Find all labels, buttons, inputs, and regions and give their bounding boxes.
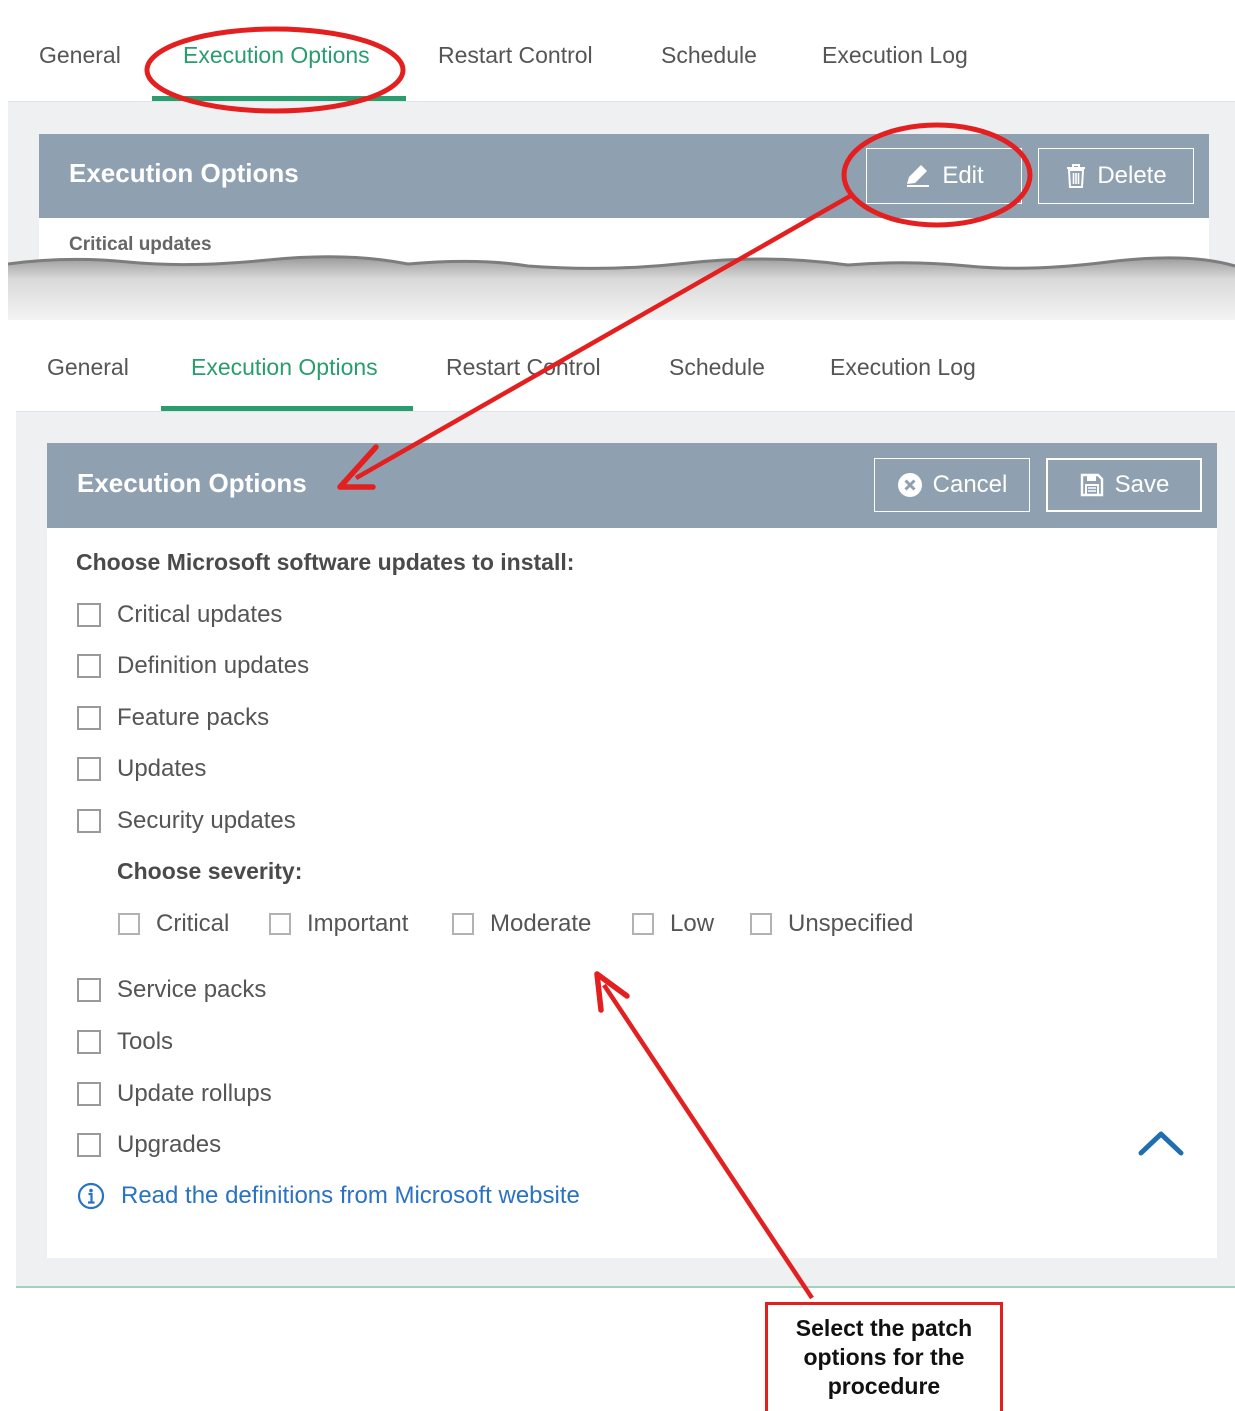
top-panel-title: Execution Options xyxy=(69,158,299,188)
active-tab-underline xyxy=(161,406,413,411)
checkbox-label: Updates xyxy=(117,755,207,782)
checkbox-label: Security updates xyxy=(117,807,296,834)
checkbox-tools[interactable]: Tools xyxy=(77,1028,173,1056)
delete-button[interactable]: Delete xyxy=(1038,148,1194,204)
tab-execution-options[interactable]: Execution Options xyxy=(191,354,378,381)
trash-icon xyxy=(1067,164,1086,188)
checkbox-severity-important[interactable]: Important xyxy=(269,910,408,938)
checkbox-label: Feature packs xyxy=(117,704,270,731)
checkbox-updates[interactable]: Updates xyxy=(77,755,206,783)
checkbox-severity-critical[interactable]: Critical xyxy=(118,910,229,938)
checkbox-box[interactable] xyxy=(77,1030,101,1054)
checkbox-box[interactable] xyxy=(77,809,101,833)
checkbox-box[interactable] xyxy=(77,978,101,1002)
checkbox-feature-packs[interactable]: Feature packs xyxy=(77,704,269,732)
tab-schedule[interactable]: Schedule xyxy=(661,42,757,69)
checkbox-box[interactable] xyxy=(632,913,654,935)
top-tab-bar: General Execution Options Restart Contro… xyxy=(8,8,1235,102)
save-button[interactable]: Save xyxy=(1046,458,1202,512)
checkbox-box[interactable] xyxy=(77,757,101,781)
cancel-button[interactable]: Cancel xyxy=(874,458,1030,512)
checkbox-label: Critical xyxy=(156,910,230,937)
checkbox-box[interactable] xyxy=(77,1082,101,1106)
torn-edge-separator xyxy=(8,255,1235,320)
callout-line: options for the xyxy=(803,1344,965,1370)
bottom-panel-title: Execution Options xyxy=(77,468,307,498)
checkbox-label: Definition updates xyxy=(117,652,310,679)
cancel-button-label: Cancel xyxy=(932,471,1008,498)
cancel-circle-icon xyxy=(897,473,922,497)
callout-line: procedure xyxy=(827,1373,941,1399)
checkbox-label: Moderate xyxy=(490,910,592,937)
checkbox-service-packs[interactable]: Service packs xyxy=(77,976,266,1004)
checkbox-label: Important xyxy=(307,910,409,937)
choose-severity-label: Choose severity: xyxy=(117,858,303,884)
delete-button-label: Delete xyxy=(1097,162,1167,189)
checkbox-severity-low[interactable]: Low xyxy=(632,910,714,938)
instruction-callout: Select the patch options for the procedu… xyxy=(765,1302,1003,1411)
checkbox-box[interactable] xyxy=(452,913,474,935)
checkbox-box[interactable] xyxy=(750,913,772,935)
checkbox-label: Critical updates xyxy=(117,601,283,628)
checkbox-security-updates[interactable]: Security updates xyxy=(77,807,296,835)
scroll-to-top-chevron-icon[interactable] xyxy=(1137,1128,1185,1158)
tab-execution-log[interactable]: Execution Log xyxy=(822,42,968,69)
bottom-panel-header: Execution Options Cancel Save xyxy=(47,443,1217,528)
checkbox-label: Update rollups xyxy=(117,1080,272,1107)
checkbox-label: Upgrades xyxy=(117,1131,222,1158)
active-tab-underline xyxy=(152,96,406,101)
checkbox-box[interactable] xyxy=(77,654,101,678)
tab-execution-log[interactable]: Execution Log xyxy=(830,354,976,381)
choose-updates-label: Choose Microsoft software updates to ins… xyxy=(76,549,575,575)
microsoft-definitions-link[interactable]: Read the definitions from Microsoft webs… xyxy=(77,1182,580,1210)
checkbox-update-rollups[interactable]: Update rollups xyxy=(77,1080,272,1108)
checkbox-box[interactable] xyxy=(77,603,101,627)
checkbox-definition-updates[interactable]: Definition updates xyxy=(77,652,309,680)
checkbox-box[interactable] xyxy=(77,706,101,730)
checkbox-box[interactable] xyxy=(269,913,291,935)
tab-general[interactable]: General xyxy=(39,42,121,69)
save-disk-icon xyxy=(1080,473,1103,497)
bottom-screenshot: General Execution Options Restart Contro… xyxy=(16,320,1235,1288)
tab-restart-control[interactable]: Restart Control xyxy=(438,42,593,69)
checkbox-label: Unspecified xyxy=(788,910,914,937)
tab-execution-options[interactable]: Execution Options xyxy=(183,42,370,69)
checkbox-upgrades[interactable]: Upgrades xyxy=(77,1131,221,1159)
execution-options-form: Choose Microsoft software updates to ins… xyxy=(47,528,1217,1258)
checkbox-label: Tools xyxy=(117,1028,174,1055)
edit-icon xyxy=(907,165,930,187)
checkbox-box[interactable] xyxy=(77,1133,101,1157)
edit-button[interactable]: Edit xyxy=(866,148,1022,204)
checkbox-critical-updates[interactable]: Critical updates xyxy=(77,601,282,629)
tab-schedule[interactable]: Schedule xyxy=(669,354,765,381)
checkbox-label: Service packs xyxy=(117,976,267,1003)
bottom-tab-bar: General Execution Options Restart Contro… xyxy=(16,320,1235,412)
tab-restart-control[interactable]: Restart Control xyxy=(446,354,601,381)
tab-general[interactable]: General xyxy=(47,354,129,381)
save-button-label: Save xyxy=(1114,471,1170,498)
info-icon xyxy=(77,1182,105,1210)
checkbox-label: Low xyxy=(670,910,715,937)
checkbox-box[interactable] xyxy=(118,913,140,935)
checkbox-severity-unspecified[interactable]: Unspecified xyxy=(750,910,913,938)
checkbox-severity-moderate[interactable]: Moderate xyxy=(452,910,591,938)
callout-line: Select the patch xyxy=(795,1315,973,1341)
edit-button-label: Edit xyxy=(942,162,984,189)
microsoft-definitions-link-text: Read the definitions from Microsoft webs… xyxy=(121,1182,580,1209)
top-panel-header: Execution Options Edit Delete xyxy=(39,134,1209,218)
